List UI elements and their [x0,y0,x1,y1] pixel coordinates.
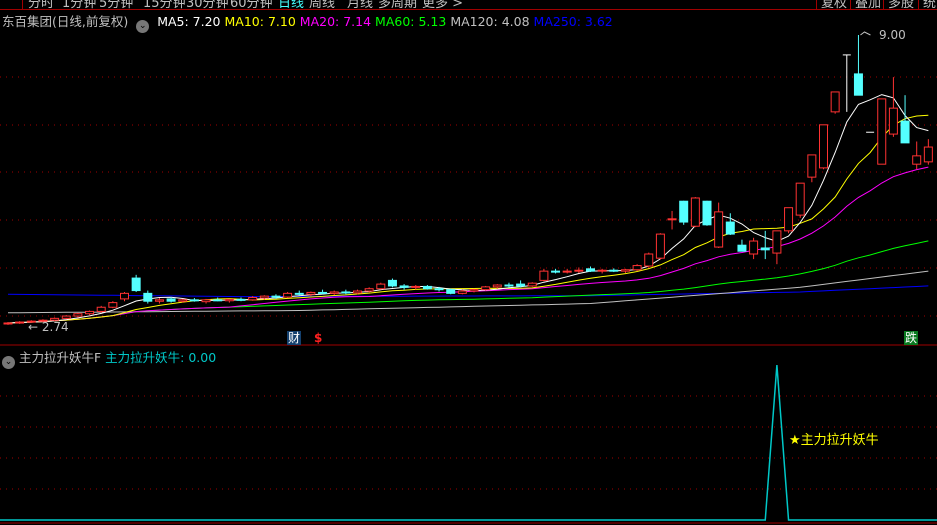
candle-up [3,322,13,325]
candle-up [376,283,386,290]
candle-down [737,244,747,252]
candle-up [912,155,922,165]
low-price-label: ← 2.74 [28,320,69,334]
candle-up [795,182,805,216]
candle-up [597,269,607,272]
candle-up [923,146,933,163]
candle-down [143,292,153,302]
candle-up [306,291,316,295]
candle-down [725,221,735,235]
candle-up [283,292,293,298]
candle-down [609,269,619,272]
candle-down [679,200,689,223]
drop-marker[interactable]: 跌 [904,331,919,345]
candle-up [784,207,794,232]
candle-up [574,269,584,272]
candle-up [85,310,95,315]
candle-down [760,247,770,251]
candle-up [411,285,421,288]
candle-down [399,285,409,288]
candle-up [259,295,269,299]
candle-up [539,270,549,281]
candle-up [667,218,677,221]
candle-up [819,124,828,169]
indicator-header: ⌄ 主力拉升妖牛F 主力拉升妖牛: 0.00 [2,347,216,369]
candle-down [702,200,712,226]
candle-up [492,284,502,288]
candle-down [900,120,910,144]
candle-down [551,270,561,273]
candle-up [714,211,724,248]
candle-down [446,289,456,294]
candle-up [364,288,374,292]
candle-down [387,279,397,287]
candle-up [888,107,898,135]
indicator-name[interactable]: 主力拉升妖牛F [19,350,101,365]
candle-up [620,269,630,272]
candle-up [690,197,700,227]
candle-up [15,321,25,324]
candle-up [830,91,840,113]
candle-up [248,297,258,301]
candle-down [586,268,595,272]
candle-up [807,154,817,178]
high-price-label: 9.00 [879,28,906,42]
candle-up [527,282,537,287]
candle-up [73,313,83,317]
candle-up [772,230,782,254]
candle-down [189,299,199,302]
candle-up [154,299,164,302]
chevron-down-icon[interactable]: ⌄ [2,356,15,369]
candle-up [457,290,467,294]
candle-up [469,289,479,292]
candle-up [120,292,129,300]
candle-up [224,298,234,302]
candle-down [213,299,223,302]
indicator-value: 主力拉升妖牛: 0.00 [105,350,217,365]
candle-down [271,295,281,298]
candle-down [318,291,328,294]
candle-up [96,306,106,312]
candle-up [201,299,211,303]
candle-up [644,253,654,267]
candle-down [434,288,444,291]
candle-down [504,284,514,287]
high-pointer [860,31,871,36]
candle-up [655,233,665,259]
candle-up [877,98,887,165]
dollar-marker[interactable]: $ [313,331,323,345]
candle-down [853,73,863,96]
candle-up [329,291,339,294]
candle-up [481,286,491,291]
candle-down [341,291,351,294]
candle-down [422,285,432,290]
candle-up [749,240,759,255]
indicator-signal-label: ★主力拉升妖牛 [789,433,879,448]
candle-up [562,270,572,273]
finance-marker[interactable]: 财 [287,331,302,345]
candle-down [166,298,176,302]
candle-up [108,302,118,308]
candle-down [236,298,246,301]
candle-up [632,265,642,271]
candle-down [294,292,304,295]
candle-up [61,315,71,319]
candle-down [131,277,141,292]
candle-up [178,299,188,302]
candle-down [516,283,526,287]
candle-up [353,290,362,294]
